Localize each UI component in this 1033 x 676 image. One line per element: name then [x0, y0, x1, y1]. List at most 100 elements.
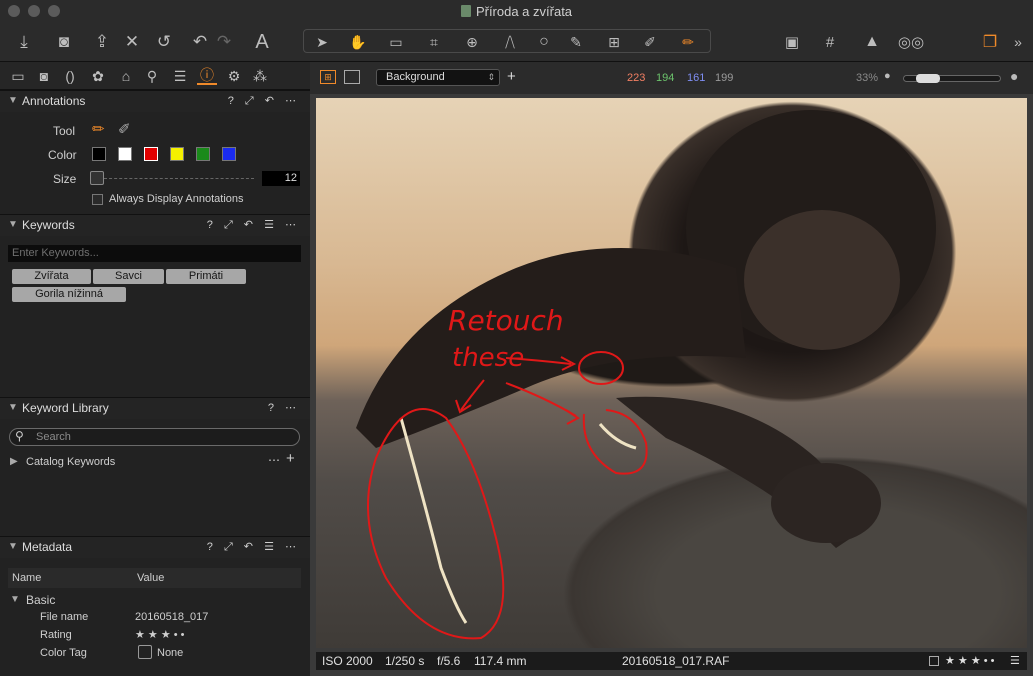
pan-hand-icon[interactable]: ✋ — [346, 30, 370, 54]
circle-mask-icon[interactable]: ○ — [532, 30, 556, 54]
chevron-updown-icon: ⇕ — [487, 72, 495, 82]
delete-icon[interactable]: ✕ — [120, 30, 144, 54]
eraser-tool-icon[interactable]: ✐ — [118, 120, 131, 138]
zoom-slider[interactable] — [903, 74, 1001, 83]
size-slider-handle[interactable] — [90, 171, 104, 185]
document-icon — [460, 5, 471, 17]
section-tools-icon[interactable]: ? ⤢ ↶ ☰ ⋯ — [207, 218, 300, 232]
browser-layers-icon[interactable]: ❐ — [978, 30, 1002, 54]
iso-value: ISO 2000 — [322, 654, 373, 668]
adjustments-tab-icon[interactable]: ☰ — [170, 67, 190, 85]
keystone-icon[interactable]: ⧸⧹ — [498, 30, 522, 54]
white-hair-streak — [399, 417, 468, 624]
color-swatch-red[interactable] — [144, 147, 158, 161]
image-viewer[interactable]: Retouch these ISO 2000 1/250 s f/5.6 117… — [310, 94, 1033, 676]
crop-straighten-icon[interactable]: ▭ — [384, 30, 408, 54]
single-view-icon[interactable] — [344, 70, 360, 84]
keyword-tag[interactable]: Primáti — [166, 269, 246, 284]
keyword-library-section-header[interactable]: ▼ Keyword Library ? ⋯ — [0, 397, 310, 419]
info-list-icon[interactable]: ☰ — [1010, 654, 1020, 667]
rotate-icon[interactable]: ⊕ — [460, 30, 484, 54]
always-display-checkbox[interactable] — [92, 194, 103, 205]
arrow-head — [565, 409, 580, 425]
details-tab-icon[interactable]: ⚲ — [142, 67, 162, 85]
add-layer-icon[interactable]: + — [507, 68, 516, 85]
library-tab-icon[interactable]: ▭ — [8, 67, 28, 85]
chevron-right-icon[interactable]: ▶ — [10, 456, 18, 467]
reset-icon[interactable]: ↺ — [152, 30, 176, 54]
more-options-icon[interactable]: ⋯ — [268, 453, 280, 467]
left-tool-panel: ▼ Annotations ? ⤢ ↶ ⋯ Tool ✏ ✐ Color Siz… — [0, 90, 310, 676]
always-display-label: Always Display Annotations — [109, 193, 244, 205]
keyword-search-input[interactable]: ⚲ Search — [9, 428, 300, 446]
metadata-section-header[interactable]: ▼ Metadata ? ⤢ ↶ ☰ ⋯ — [0, 536, 310, 558]
chevron-down-icon[interactable]: ▼ — [10, 594, 20, 605]
undo-icon[interactable]: ↶ — [190, 30, 210, 54]
section-tools-icon[interactable]: ? ⋯ — [268, 401, 300, 414]
person-large-icon: ● — [1010, 68, 1019, 84]
import-icon[interactable]: ⤓ — [12, 30, 36, 54]
lens-tab-icon[interactable]: () — [60, 67, 80, 85]
brush-icon[interactable]: ✎ — [564, 30, 588, 54]
basic-group-label[interactable]: Basic — [26, 593, 55, 607]
color-swatch-blue[interactable] — [222, 147, 236, 161]
keyword-tag[interactable]: Zvířata — [12, 269, 91, 284]
cursor-tools-group: ➤ ✋ ▭ ⌗ ⊕ ⧸⧹ ○ ✎ ⊞ ✐ ✏ — [303, 29, 711, 53]
size-value-field[interactable]: 12 — [262, 171, 300, 186]
layer-select[interactable]: Background ⇕ — [376, 69, 500, 86]
gorilla-face-shape — [744, 210, 900, 350]
color-tab-icon[interactable]: ✿ — [88, 67, 108, 85]
keyword-tag[interactable]: Gorila nížinná — [12, 287, 126, 302]
section-tools-icon[interactable]: ? ⤢ ↶ ⋯ — [228, 94, 300, 108]
size-slider-track[interactable] — [104, 178, 254, 179]
keywords-section-header[interactable]: ▼ Keywords ? ⤢ ↶ ☰ ⋯ — [0, 214, 310, 236]
rating-stars[interactable]: ★ ★ ★ • • — [135, 628, 185, 641]
camera-icon[interactable]: ◙ — [52, 30, 76, 54]
edit-icon[interactable]: ▣ — [780, 30, 804, 54]
section-tools-icon[interactable]: ? ⤢ ↶ ☰ ⋯ — [207, 540, 300, 554]
grid-icon[interactable]: # — [818, 30, 842, 54]
catalog-keywords-item[interactable]: Catalog Keywords — [26, 456, 115, 468]
shutter-value: 1/250 s — [385, 654, 425, 668]
warning-icon[interactable]: ▲ — [860, 30, 884, 54]
heal-icon[interactable]: ⊞ — [602, 30, 626, 54]
annotation-circle — [367, 408, 505, 640]
eraser-icon[interactable]: ✐ — [638, 30, 662, 54]
color-swatch-green[interactable] — [196, 147, 210, 161]
multi-view-icon[interactable]: ⊞ — [320, 70, 336, 84]
capture-tab-icon[interactable]: ◙ — [34, 67, 54, 85]
metadata-tab-icon[interactable]: ⓘ — [197, 67, 217, 85]
metadata-row-value[interactable]: None — [157, 647, 183, 659]
crop-icon[interactable]: ⌗ — [422, 30, 446, 54]
text-tool-icon[interactable]: A — [250, 30, 274, 54]
tool-tabs: ▭ ◙ () ✿ ⌂ ⚲ ☰ ⓘ ⚙ ⁂ — [0, 62, 310, 90]
pen-tool-icon[interactable]: ✏ — [92, 120, 105, 138]
value-column-header: Value — [137, 572, 165, 584]
annotation-circle — [582, 409, 648, 475]
pointer-cursor-icon[interactable]: ➤ — [310, 30, 334, 54]
annotation-pen-icon[interactable]: ✏ — [676, 30, 700, 54]
color-label: Color — [48, 148, 77, 162]
move-to-folder-icon[interactable]: ⇪ — [90, 30, 114, 54]
metadata-row-value[interactable]: 20160518_017 — [135, 611, 208, 623]
keyword-tag[interactable]: Savci — [93, 269, 164, 284]
enter-keywords-input[interactable]: Enter Keywords... — [8, 245, 301, 262]
color-tag-box[interactable] — [929, 656, 939, 666]
batch-tab-icon[interactable]: ⁂ — [250, 67, 270, 85]
color-tag-swatch[interactable] — [138, 645, 152, 659]
more-toolbar-icon[interactable]: » — [1010, 30, 1026, 54]
exposure-tab-icon[interactable]: ⌂ — [116, 67, 136, 85]
add-keyword-icon[interactable]: + — [286, 450, 295, 467]
color-swatch-white[interactable] — [118, 147, 132, 161]
gorilla-photo[interactable]: Retouch these — [316, 98, 1027, 648]
color-swatch-black[interactable] — [92, 147, 106, 161]
redo-icon[interactable]: ↷ — [214, 30, 234, 54]
color-swatch-yellow[interactable] — [170, 147, 184, 161]
annotations-section-header[interactable]: ▼ Annotations ? ⤢ ↶ ⋯ — [0, 90, 310, 112]
size-label: Size — [53, 172, 77, 186]
output-tab-icon[interactable]: ⚙ — [224, 67, 244, 85]
zoom-slider-handle[interactable] — [916, 74, 940, 83]
metadata-table-header: Name Value — [8, 568, 301, 588]
loupe-icon[interactable]: ◎◎ — [896, 30, 926, 54]
status-rating[interactable]: ★ ★ ★ • • — [945, 654, 995, 667]
